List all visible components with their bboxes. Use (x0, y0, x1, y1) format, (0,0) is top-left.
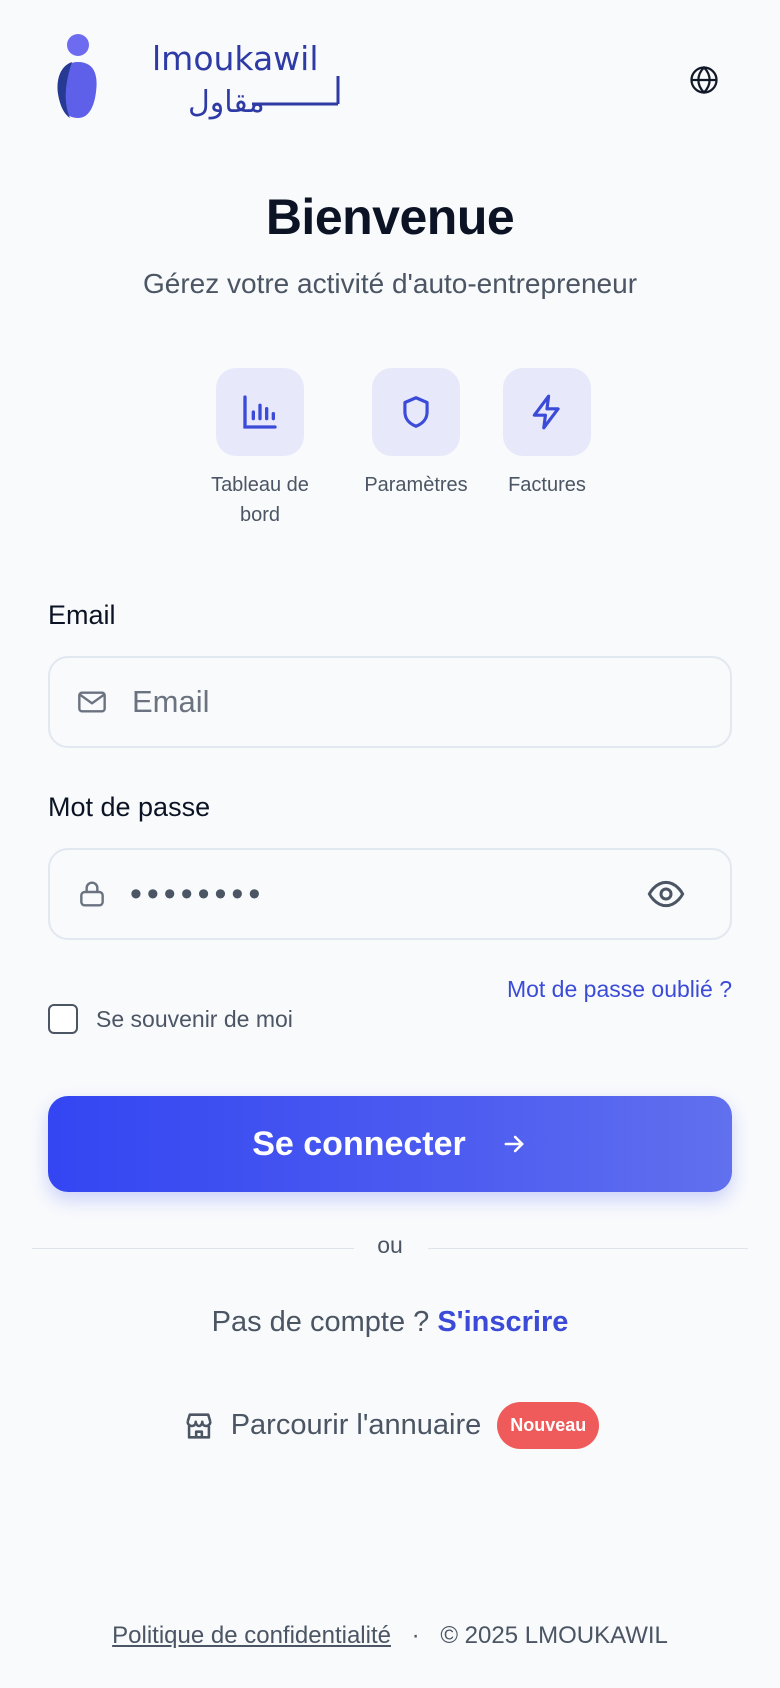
logo-mark (54, 34, 106, 126)
logo-wordmark: lmoukawil مقاول (152, 36, 352, 120)
email-label: Email (48, 600, 116, 630)
login-button[interactable]: Se connecter (48, 1096, 732, 1192)
arrow-right-icon (500, 1130, 528, 1158)
password-field[interactable]: •••••••• (48, 848, 732, 940)
email-input[interactable] (130, 683, 730, 721)
logo-latin-text: lmoukawil (152, 39, 319, 78)
remember-me-label: Se souvenir de moi (96, 1005, 293, 1032)
lock-icon (72, 874, 112, 914)
toggle-password-visibility-button[interactable] (642, 870, 690, 918)
bar-chart-icon (243, 395, 277, 429)
copyright-text: © 2025 LMOUKAWIL (440, 1622, 668, 1649)
password-label: Mot de passe (48, 792, 211, 822)
signup-prompt: Pas de compte ? S'inscrire (0, 1306, 780, 1339)
divider-text: ou (377, 1232, 403, 1258)
email-field-container (48, 656, 732, 748)
feature-dashboard[interactable]: Tableau de bord (190, 368, 330, 530)
store-icon (181, 1408, 217, 1444)
feature-label: Paramètres (364, 474, 468, 496)
signup-link[interactable]: S'inscrire (437, 1306, 568, 1338)
page-title: Bienvenue (265, 189, 515, 245)
privacy-policy-link[interactable]: Politique de confidentialité (112, 1622, 391, 1649)
remember-me[interactable]: Se souvenir de moi (48, 1004, 293, 1034)
feature-tile (372, 368, 460, 456)
page-subtitle: Gérez votre activité d'auto-entrepreneur (142, 268, 638, 299)
feature-tile (503, 368, 591, 456)
footer: Politique de confidentialité · © 2025 LM… (0, 1622, 780, 1650)
new-badge: Nouveau (497, 1402, 600, 1449)
feature-settings[interactable]: Paramètres (346, 368, 486, 500)
browse-directory[interactable]: Parcourir l'annuaire Nouveau (0, 1402, 780, 1449)
mail-icon (72, 682, 112, 722)
forgot-password-link[interactable]: Mot de passe oublié ? (507, 976, 732, 1003)
remember-me-checkbox[interactable] (48, 1004, 78, 1034)
password-input[interactable]: •••••••• (130, 875, 642, 914)
feature-invoices[interactable]: Factures (477, 368, 617, 500)
language-switcher-button[interactable] (688, 64, 720, 96)
feature-label: Factures (508, 474, 586, 496)
shield-icon (403, 396, 429, 428)
browse-directory-link[interactable]: Parcourir l'annuaire (231, 1409, 482, 1442)
signup-prompt-text: Pas de compte ? (211, 1306, 430, 1338)
feature-label: Tableau de bord (211, 474, 309, 526)
footer-separator: · (411, 1622, 420, 1649)
feature-tile (216, 368, 304, 456)
lightning-icon (532, 394, 560, 430)
login-button-label: Se connecter (252, 1124, 466, 1163)
eye-icon (647, 880, 685, 908)
globe-icon (690, 65, 718, 95)
